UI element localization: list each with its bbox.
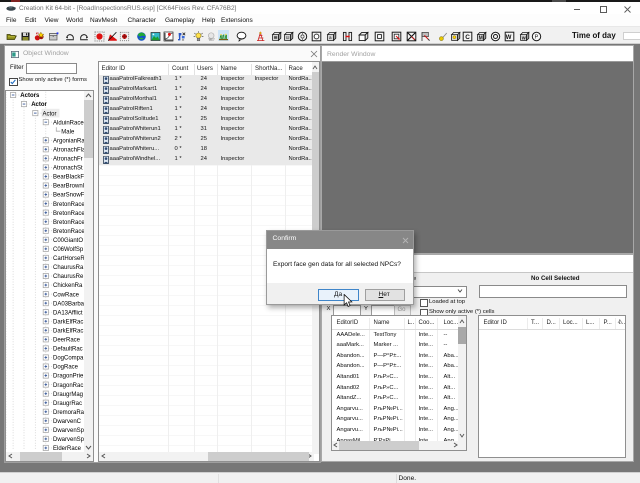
svg-text:DA13Afflict: DA13Afflict bbox=[53, 310, 83, 316]
svg-text:DeerRace: DeerRace bbox=[53, 338, 81, 344]
svg-text:DogRace: DogRace bbox=[53, 365, 79, 371]
svg-text:DremoraRa: DremoraRa bbox=[53, 410, 85, 416]
svg-text:W: W bbox=[505, 35, 511, 41]
svg-text:DwarvenC: DwarvenC bbox=[53, 419, 82, 425]
svg-text:DarkElfRac: DarkElfRac bbox=[53, 329, 83, 335]
svg-text:C: C bbox=[465, 34, 470, 41]
svg-text:DraugrRac: DraugrRac bbox=[53, 401, 82, 407]
svg-text:AtronachFla: AtronachFla bbox=[53, 148, 86, 154]
svg-text:DogCompa: DogCompa bbox=[53, 356, 84, 362]
svg-text:ChaurusRa: ChaurusRa bbox=[53, 265, 84, 271]
svg-text:DarkElfRac: DarkElfRac bbox=[53, 319, 83, 325]
svg-text:DragonRac: DragonRac bbox=[53, 383, 83, 389]
svg-text:DragonPrie: DragonPrie bbox=[53, 374, 84, 380]
svg-text:BretonRace: BretonRace bbox=[53, 220, 85, 226]
svg-text:ChickenRa: ChickenRa bbox=[53, 283, 83, 289]
svg-text:BretonRace: BretonRace bbox=[53, 211, 85, 217]
svg-text:BretonRace: BretonRace bbox=[53, 229, 85, 235]
svg-text:DwarvenSp: DwarvenSp bbox=[53, 428, 85, 434]
svg-text:a: a bbox=[329, 35, 332, 40]
svg-text:AtronachSt: AtronachSt bbox=[53, 166, 83, 172]
svg-text:DraugrMag: DraugrMag bbox=[53, 392, 83, 398]
svg-text:DefaultRac: DefaultRac bbox=[53, 347, 83, 353]
svg-text:w: w bbox=[209, 37, 212, 42]
svg-text:CartHorseR: CartHorseR bbox=[53, 256, 85, 262]
svg-text:ArgonianRa: ArgonianRa bbox=[53, 138, 85, 144]
svg-text:DA03Barba: DA03Barba bbox=[53, 301, 85, 307]
svg-text:P: P bbox=[534, 35, 538, 41]
svg-text:C06WolfSp: C06WolfSp bbox=[53, 247, 84, 253]
svg-text:CowRace: CowRace bbox=[53, 292, 80, 298]
svg-text:Male: Male bbox=[61, 129, 75, 135]
svg-text:BearBrownI: BearBrownI bbox=[53, 184, 85, 190]
svg-text:M: M bbox=[478, 35, 482, 41]
svg-text:Actor: Actor bbox=[31, 102, 47, 108]
svg-text:AlduinRace: AlduinRace bbox=[53, 120, 84, 126]
svg-text:w: w bbox=[520, 36, 525, 42]
svg-text:BearSnowF: BearSnowF bbox=[53, 193, 85, 199]
svg-text:C00GiantO: C00GiantO bbox=[53, 238, 83, 244]
svg-text:BretonRace: BretonRace bbox=[53, 202, 85, 208]
svg-text:Actor: Actor bbox=[43, 111, 57, 117]
svg-text:BearBlackF: BearBlackF bbox=[53, 175, 84, 181]
svg-text:DwarvenSp: DwarvenSp bbox=[53, 437, 85, 443]
svg-text:ChaurusRe: ChaurusRe bbox=[53, 274, 84, 280]
svg-text:AtronachFr: AtronachFr bbox=[53, 157, 83, 163]
svg-text:Actors: Actors bbox=[20, 93, 40, 99]
